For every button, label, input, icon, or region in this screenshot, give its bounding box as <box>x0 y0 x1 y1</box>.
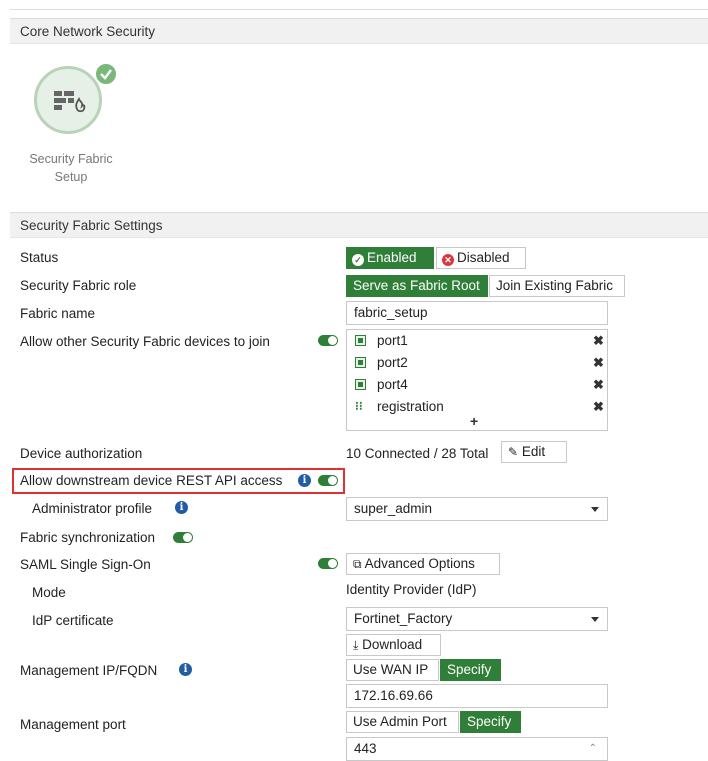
allow-join-toggle[interactable] <box>318 335 338 346</box>
idp-cert-value: Fortinet_Factory <box>354 611 453 626</box>
mgmt-port-label: Management port <box>20 717 126 732</box>
security-fabric-setup-tile[interactable]: Security Fabric Setup <box>16 60 136 190</box>
spinner-up-icon[interactable]: ⌃ <box>589 738 597 760</box>
section-core-network-security: Core Network Security <box>10 18 708 44</box>
download-button[interactable]: ⤓ Download <box>346 634 441 656</box>
port-icon <box>355 379 366 390</box>
info-icon[interactable]: i <box>179 663 192 676</box>
status-enabled-label: Enabled <box>367 250 417 265</box>
role-join-button[interactable]: Join Existing Fabric <box>489 275 625 297</box>
add-interface-button[interactable]: + <box>470 413 478 429</box>
saml-label: SAML Single Sign-On <box>20 557 151 572</box>
tile-label-line1: Security Fabric <box>29 152 113 166</box>
download-icon: ⤓ <box>353 638 359 652</box>
allow-join-label: Allow other Security Fabric devices to j… <box>20 334 270 349</box>
admin-profile-select[interactable]: super_admin <box>346 497 608 521</box>
rest-api-toggle[interactable] <box>318 475 338 486</box>
fabric-name-label: Fabric name <box>20 306 96 321</box>
info-icon[interactable]: i <box>298 474 311 487</box>
interface-name: port4 <box>377 377 408 392</box>
mgmt-ip-input[interactable]: 172.16.69.66 <box>346 684 608 708</box>
interface-name: port1 <box>377 333 408 348</box>
info-icon[interactable]: i <box>175 501 188 514</box>
fabric-sync-toggle[interactable] <box>173 532 193 543</box>
external-link-icon: ⧉ <box>353 557 362 571</box>
pencil-icon: ✎ <box>508 445 519 459</box>
remove-icon[interactable]: ✖ <box>593 399 604 415</box>
device-auth-label: Device authorization <box>20 446 143 461</box>
check-circle-icon: ✓ <box>352 254 364 266</box>
interface-name: registration <box>377 399 444 414</box>
mgmt-ip-specify-button[interactable]: Specify <box>440 659 501 681</box>
status-enabled-button[interactable]: ✓ Enabled <box>346 247 434 269</box>
idp-cert-select[interactable]: Fortinet_Factory <box>346 607 608 631</box>
role-label: Security Fabric role <box>20 278 137 293</box>
mgmt-port-value: 443 <box>354 741 377 756</box>
remove-icon[interactable]: ✖ <box>593 333 604 349</box>
top-border <box>10 9 708 10</box>
use-admin-port-button[interactable]: Use Admin Port <box>346 711 459 733</box>
admin-profile-value: super_admin <box>354 501 433 516</box>
advanced-options-button[interactable]: ⧉ Advanced Options <box>346 553 500 575</box>
idp-cert-label: IdP certificate <box>32 613 114 628</box>
mode-value: Identity Provider (IdP) <box>346 582 477 597</box>
mode-label: Mode <box>32 585 66 600</box>
fabric-name-input[interactable]: fabric_setup <box>346 301 608 325</box>
device-auth-summary: 10 Connected / 28 Total <box>346 446 489 461</box>
status-disabled-button[interactable]: ✕ Disabled <box>436 247 526 269</box>
saml-toggle[interactable] <box>318 558 338 569</box>
advanced-options-label: Advanced Options <box>364 556 475 571</box>
device-auth-edit-button[interactable]: ✎ Edit <box>501 441 567 463</box>
check-badge-icon <box>94 62 118 86</box>
status-disabled-label: Disabled <box>457 250 510 265</box>
download-label: Download <box>362 637 423 652</box>
firewall-brick-icon <box>34 66 102 134</box>
tile-label-line2: Setup <box>54 170 88 184</box>
admin-profile-label: Administrator profile <box>32 501 153 516</box>
network-icon: ⁝⁝ <box>355 399 363 413</box>
remove-icon[interactable]: ✖ <box>593 355 604 371</box>
role-root-button[interactable]: Serve as Fabric Root <box>346 275 488 297</box>
edit-label: Edit <box>521 444 546 459</box>
x-circle-icon: ✕ <box>442 254 454 266</box>
mgmt-port-specify-button[interactable]: Specify <box>460 711 521 733</box>
remove-icon[interactable]: ✖ <box>593 377 604 393</box>
port-icon <box>355 357 366 368</box>
fabric-sync-label: Fabric synchronization <box>20 530 156 545</box>
mgmt-ip-label: Management IP/FQDN <box>20 663 158 678</box>
rest-api-label: Allow downstream device REST API access <box>20 473 283 488</box>
mgmt-port-input[interactable]: 443 ⌃ <box>346 737 608 761</box>
use-wan-ip-button[interactable]: Use WAN IP <box>346 659 439 681</box>
port-icon <box>355 335 366 346</box>
section-security-fabric-settings: Security Fabric Settings <box>10 212 708 238</box>
interface-name: port2 <box>377 355 408 370</box>
status-label: Status <box>20 250 59 265</box>
